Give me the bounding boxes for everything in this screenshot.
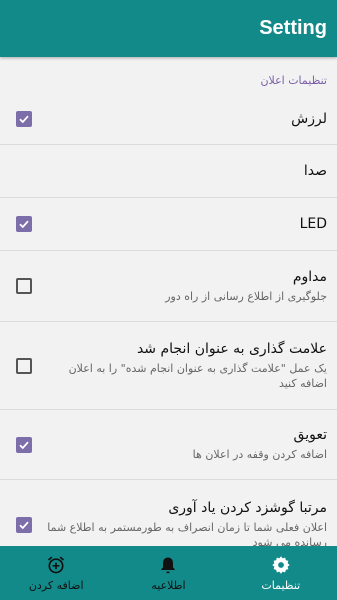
led-checkbox[interactable]: [16, 216, 32, 232]
gear-icon: [272, 555, 290, 574]
vibrate-checkbox[interactable]: [16, 110, 32, 127]
setting-persistent[interactable]: مداوم جلوگیری از اطلاع رسانی از راه دور: [0, 251, 337, 322]
setting-title: مداوم: [292, 268, 327, 285]
nav-label: اطلاعیه: [151, 578, 186, 592]
setting-repeat-reminder[interactable]: مرتبا گوشزد کردن یاد آوری اعلان فعلی شما…: [0, 480, 337, 546]
settings-list[interactable]: تنظیمات اعلان لرزش صدا LED مداوم جلوگیری…: [0, 57, 337, 546]
check-icon: [19, 220, 29, 229]
setting-title: تعویق: [293, 427, 327, 443]
alarm-add-icon: [48, 555, 65, 573]
bottom-navigation: اضافه کردن اطلاعیه تنظیمات: [0, 546, 337, 600]
setting-mark-done[interactable]: علامت گذاری به عنوان انجام شد یک عمل "عل…: [0, 322, 337, 410]
setting-title: صدا: [303, 163, 327, 179]
setting-title: LED: [299, 216, 327, 232]
persistent-checkbox[interactable]: [16, 278, 32, 294]
mark-done-checkbox[interactable]: [16, 357, 32, 374]
nav-label: تنظیمات: [261, 578, 301, 592]
nav-label: اضافه کردن: [28, 578, 84, 592]
setting-summary: اعلان فعلی شما تا زمان انصراف به طورمستم…: [47, 521, 327, 546]
setting-summary: جلوگیری از اطلاع رسانی از راه دور: [165, 289, 327, 303]
nav-add-reminder[interactable]: اضافه کردن: [0, 546, 112, 600]
setting-summary: اضافه کردن وقفه در اعلان ها: [192, 448, 327, 461]
nav-settings[interactable]: تنظیمات: [225, 546, 337, 600]
check-icon: [19, 521, 29, 530]
page-title: Setting: [259, 17, 327, 39]
section-header: تنظیمات اعلان: [260, 74, 327, 87]
setting-led[interactable]: LED: [0, 198, 337, 251]
setting-title: لرزش: [291, 110, 327, 127]
bell-icon: [161, 557, 176, 573]
app-bar: Setting: [0, 0, 337, 57]
setting-title: مرتبا گوشزد کردن یاد آوری: [168, 500, 327, 516]
setting-summary: یک عمل "علامت گذاری به عنوان انجام شده" …: [68, 361, 327, 390]
check-icon: [19, 441, 29, 449]
nav-notifications[interactable]: اطلاعیه: [112, 546, 224, 600]
snooze-checkbox[interactable]: [16, 436, 32, 453]
repeat-reminder-checkbox[interactable]: [16, 517, 32, 533]
setting-title: علامت گذاری به عنوان انجام شد: [136, 340, 327, 357]
setting-snooze[interactable]: تعویق اضافه کردن وقفه در اعلان ها: [0, 410, 337, 480]
setting-vibrate[interactable]: لرزش: [0, 93, 337, 145]
check-icon: [19, 115, 29, 123]
setting-sound[interactable]: صدا: [0, 145, 337, 198]
